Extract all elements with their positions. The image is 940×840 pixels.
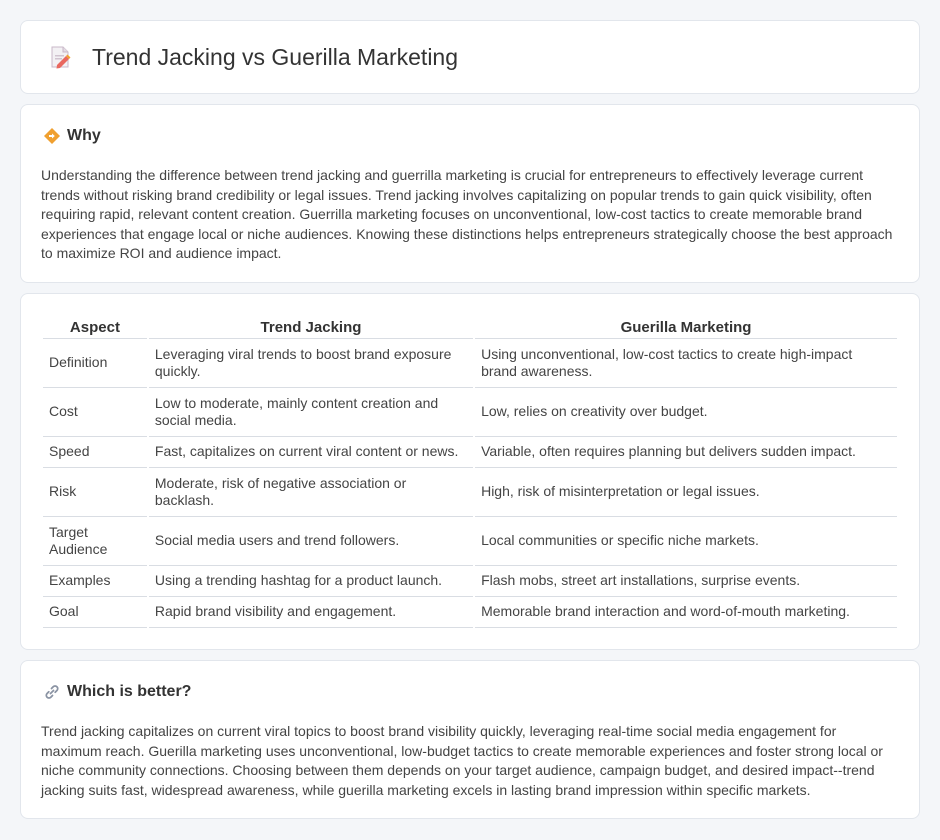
table-cell-guerilla-marketing: Flash mobs, street art installations, su… — [475, 566, 897, 597]
better-heading: Which is better? — [43, 683, 191, 701]
comparison-table: Aspect Trend Jacking Guerilla Marketing … — [41, 315, 899, 628]
table-cell-aspect: Target Audience — [43, 517, 147, 566]
table-cell-trend-jacking: Using a trending hashtag for a product l… — [148, 566, 474, 597]
table-cell-guerilla-marketing: Local communities or specific niche mark… — [475, 517, 897, 566]
column-header-guerilla-marketing: Guerilla Marketing — [475, 315, 897, 339]
table-row: Cost Low to moderate, mainly content cre… — [43, 388, 897, 437]
table-header-row: Aspect Trend Jacking Guerilla Marketing — [43, 315, 897, 339]
table-cell-aspect: Speed — [43, 437, 147, 468]
table-cell-guerilla-marketing: High, risk of misinterpretation or legal… — [475, 468, 897, 517]
column-header-trend-jacking: Trend Jacking — [148, 315, 474, 339]
table-cell-aspect: Examples — [43, 566, 147, 597]
page-title: Trend Jacking vs Guerilla Marketing — [92, 43, 459, 70]
table-cell-trend-jacking: Fast, capitalizes on current viral conte… — [148, 437, 474, 468]
why-section: Why Understanding the difference between… — [20, 104, 920, 283]
table-cell-trend-jacking: Social media users and trend followers. — [148, 517, 474, 566]
link-icon — [45, 685, 59, 699]
table-cell-guerilla-marketing: Using unconventional, low-cost tactics t… — [475, 339, 897, 388]
table-cell-trend-jacking: Moderate, risk of negative association o… — [148, 468, 474, 517]
table-cell-aspect: Goal — [43, 597, 147, 628]
diamond-signpost-icon — [44, 128, 60, 144]
why-title: Why — [67, 127, 101, 144]
better-title: Which is better? — [67, 683, 192, 700]
comparison-section: Aspect Trend Jacking Guerilla Marketing … — [20, 293, 920, 650]
table-cell-aspect: Cost — [43, 388, 147, 437]
table-cell-aspect: Definition — [43, 339, 147, 388]
table-row: Definition Leveraging viral trends to bo… — [43, 339, 897, 388]
why-heading: Why — [43, 127, 101, 145]
table-cell-trend-jacking: Low to moderate, mainly content creation… — [148, 388, 474, 437]
table-row: Examples Using a trending hashtag for a … — [43, 566, 897, 597]
table-row: Speed Fast, capitalizes on current viral… — [43, 437, 897, 468]
better-text: Trend jacking capitalizes on current vir… — [41, 723, 883, 798]
table-cell-guerilla-marketing: Variable, often requires planning but de… — [475, 437, 897, 468]
why-text: Understanding the difference between tre… — [41, 167, 893, 261]
table-cell-trend-jacking: Rapid brand visibility and engagement. — [148, 597, 474, 628]
table-row: Goal Rapid brand visibility and engageme… — [43, 597, 897, 628]
header-card: Trend Jacking vs Guerilla Marketing — [20, 20, 920, 94]
table-cell-trend-jacking: Leveraging viral trends to boost brand e… — [148, 339, 474, 388]
table-row: Target Audience Social media users and t… — [43, 517, 897, 566]
table-cell-guerilla-marketing: Memorable brand interaction and word-of-… — [475, 597, 897, 628]
table-row: Risk Moderate, risk of negative associat… — [43, 468, 897, 517]
document-pencil-icon — [51, 46, 71, 69]
table-cell-aspect: Risk — [43, 468, 147, 517]
column-header-aspect: Aspect — [43, 315, 147, 339]
which-is-better-section: Which is better? Trend jacking capitaliz… — [20, 660, 920, 819]
table-cell-guerilla-marketing: Low, relies on creativity over budget. — [475, 388, 897, 437]
